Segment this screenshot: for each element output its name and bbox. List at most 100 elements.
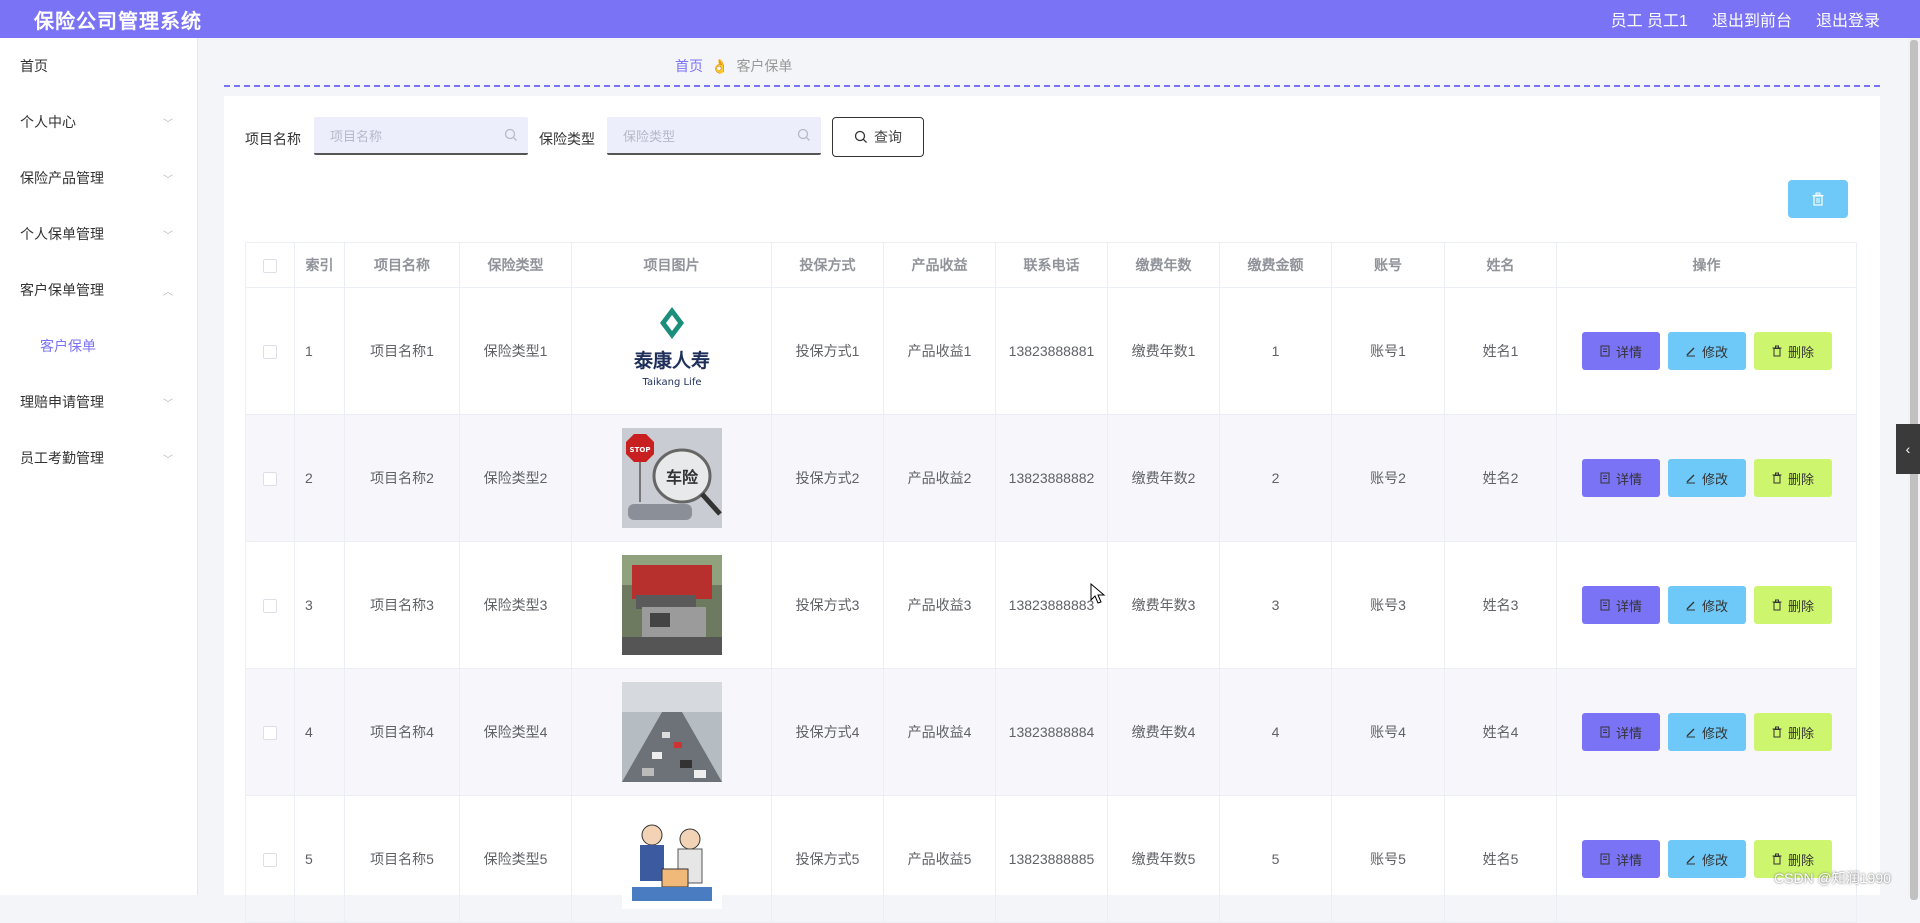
- search-input-type[interactable]: [621, 117, 795, 155]
- detail-button[interactable]: 详情: [1581, 332, 1660, 370]
- detail-button-label: 详情: [1615, 471, 1642, 487]
- dashed-divider: [224, 85, 1880, 87]
- chevron-down-icon: ﹀: [163, 174, 173, 186]
- sidebar-subitem-customer-policy[interactable]: 客户保单: [0, 318, 197, 374]
- cell-phone: 13823888884: [995, 668, 1108, 796]
- batch-delete-button[interactable]: [1788, 180, 1848, 218]
- edit-button[interactable]: 修改: [1667, 713, 1746, 751]
- row-select-cell[interactable]: [245, 795, 295, 923]
- trash-icon: [1772, 599, 1782, 611]
- cell-method: 投保方式1: [771, 287, 884, 415]
- cell-account: 账号2: [1331, 414, 1445, 542]
- cell-actions: 详情 修改 删除: [1556, 541, 1857, 669]
- edit-button[interactable]: 修改: [1667, 840, 1746, 878]
- edit-button[interactable]: 修改: [1667, 332, 1746, 370]
- row-checkbox[interactable]: [263, 472, 277, 487]
- row-select-cell[interactable]: [245, 668, 295, 796]
- delete-button[interactable]: 删除: [1753, 459, 1832, 497]
- cell-account: 账号3: [1331, 541, 1445, 669]
- breadcrumb: 首页 👌 客户保单: [675, 56, 792, 76]
- column-header: 缴费金额: [1219, 242, 1332, 288]
- delete-button[interactable]: 删除: [1753, 586, 1832, 624]
- cell-amount: 4: [1219, 668, 1332, 796]
- edit-button[interactable]: 修改: [1667, 586, 1746, 624]
- row-select-cell[interactable]: [245, 414, 295, 542]
- delete-button-label: 删除: [1787, 725, 1814, 741]
- delete-button[interactable]: 删除: [1753, 713, 1832, 751]
- cell-method: 投保方式2: [771, 414, 884, 542]
- cell-name: 项目名称1: [344, 287, 460, 415]
- select-all-checkbox[interactable]: [263, 259, 277, 274]
- logout-link[interactable]: 退出登录: [1816, 7, 1880, 31]
- search-icon: [854, 130, 867, 143]
- sidebar-item-label: 个人保单管理: [20, 226, 104, 242]
- cell-revenue: 产品收益1: [883, 287, 996, 415]
- column-header: 缴费年数: [1107, 242, 1220, 288]
- edit-button-label: 修改: [1701, 471, 1728, 487]
- query-button[interactable]: 查询: [832, 117, 924, 157]
- edit-pen-icon: [1686, 601, 1695, 611]
- chevron-left-icon[interactable]: ‹: [1896, 424, 1920, 474]
- cell-phone: 13823888883: [995, 541, 1108, 669]
- sidebar-item-personal-policies[interactable]: 个人保单管理 ﹀: [0, 206, 197, 262]
- detail-button[interactable]: 详情: [1581, 713, 1660, 751]
- trash-icon: [1772, 345, 1782, 357]
- column-header: 联系电话: [995, 242, 1108, 288]
- cell-years: 缴费年数2: [1107, 414, 1220, 542]
- mouse-cursor-icon: [1090, 583, 1106, 604]
- delete-button[interactable]: 删除: [1753, 332, 1832, 370]
- sidebar-item-attendance[interactable]: 员工考勤管理 ﹀: [0, 430, 197, 486]
- cell-amount: 5: [1219, 795, 1332, 923]
- chevron-down-icon: ﹀: [163, 118, 173, 130]
- cell-index: 3: [294, 541, 345, 669]
- cell-revenue: 产品收益2: [883, 414, 996, 542]
- delete-button-label: 删除: [1787, 344, 1814, 360]
- row-checkbox[interactable]: [263, 599, 277, 614]
- row-checkbox[interactable]: [263, 853, 277, 868]
- back-to-front-link[interactable]: 退出到前台: [1712, 7, 1792, 31]
- sidebar-item-label: 个人中心: [20, 114, 76, 130]
- sidebar-item-claims[interactable]: 理赔申请管理 ﹀: [0, 374, 197, 430]
- detail-button[interactable]: 详情: [1581, 586, 1660, 624]
- search-input-name[interactable]: [328, 117, 502, 155]
- cell-amount: 2: [1219, 414, 1332, 542]
- table-header-row: 索引 项目名称 保险类型 项目图片 投保方式 产品收益 联系电话 缴费年数 缴费…: [245, 242, 1857, 288]
- cell-index: 2: [294, 414, 345, 542]
- sidebar-item-profile[interactable]: 个人中心 ﹀: [0, 94, 197, 150]
- search-box-type: [607, 117, 821, 155]
- sidebar-item-home[interactable]: 首页: [0, 38, 197, 94]
- detail-button[interactable]: 详情: [1581, 840, 1660, 878]
- search-icon: [504, 128, 517, 141]
- sidebar-item-customer-policies[interactable]: 客户保单管理 ︿: [0, 262, 197, 318]
- cell-revenue: 产品收益5: [883, 795, 996, 923]
- delete-button-label: 删除: [1787, 471, 1814, 487]
- document-icon: [1600, 472, 1610, 484]
- row-select-cell[interactable]: [245, 541, 295, 669]
- sidebar-item-products[interactable]: 保险产品管理 ﹀: [0, 150, 197, 206]
- cell-method: 投保方式4: [771, 668, 884, 796]
- row-checkbox[interactable]: [263, 726, 277, 741]
- sidebar-item-label: 理赔申请管理: [20, 394, 104, 410]
- photo-text-chexian: 车险: [665, 468, 698, 487]
- detail-button[interactable]: 详情: [1581, 459, 1660, 497]
- column-header: 项目图片: [571, 242, 772, 288]
- select-all-cell[interactable]: [245, 242, 295, 288]
- column-header: 产品收益: [883, 242, 996, 288]
- cell-method: 投保方式5: [771, 795, 884, 923]
- detail-button-label: 详情: [1615, 725, 1642, 741]
- column-header: 姓名: [1444, 242, 1557, 288]
- trash-icon: [1772, 472, 1782, 484]
- top-header: 保险公司管理系统 员工 员工1 退出到前台 退出登录: [0, 0, 1920, 38]
- breadcrumb-home[interactable]: 首页: [675, 56, 703, 76]
- delete-button-label: 删除: [1787, 852, 1814, 868]
- chevron-down-icon: ﹀: [163, 454, 173, 466]
- edit-pen-icon: [1686, 728, 1695, 738]
- cell-image: [571, 668, 772, 796]
- document-icon: [1600, 345, 1610, 357]
- row-select-cell[interactable]: [245, 287, 295, 415]
- row-checkbox[interactable]: [263, 345, 277, 360]
- cell-actions: 详情 修改 删除: [1556, 795, 1857, 923]
- edit-button[interactable]: 修改: [1667, 459, 1746, 497]
- edit-button-label: 修改: [1701, 852, 1728, 868]
- sidebar-item-label: 保险产品管理: [20, 170, 104, 186]
